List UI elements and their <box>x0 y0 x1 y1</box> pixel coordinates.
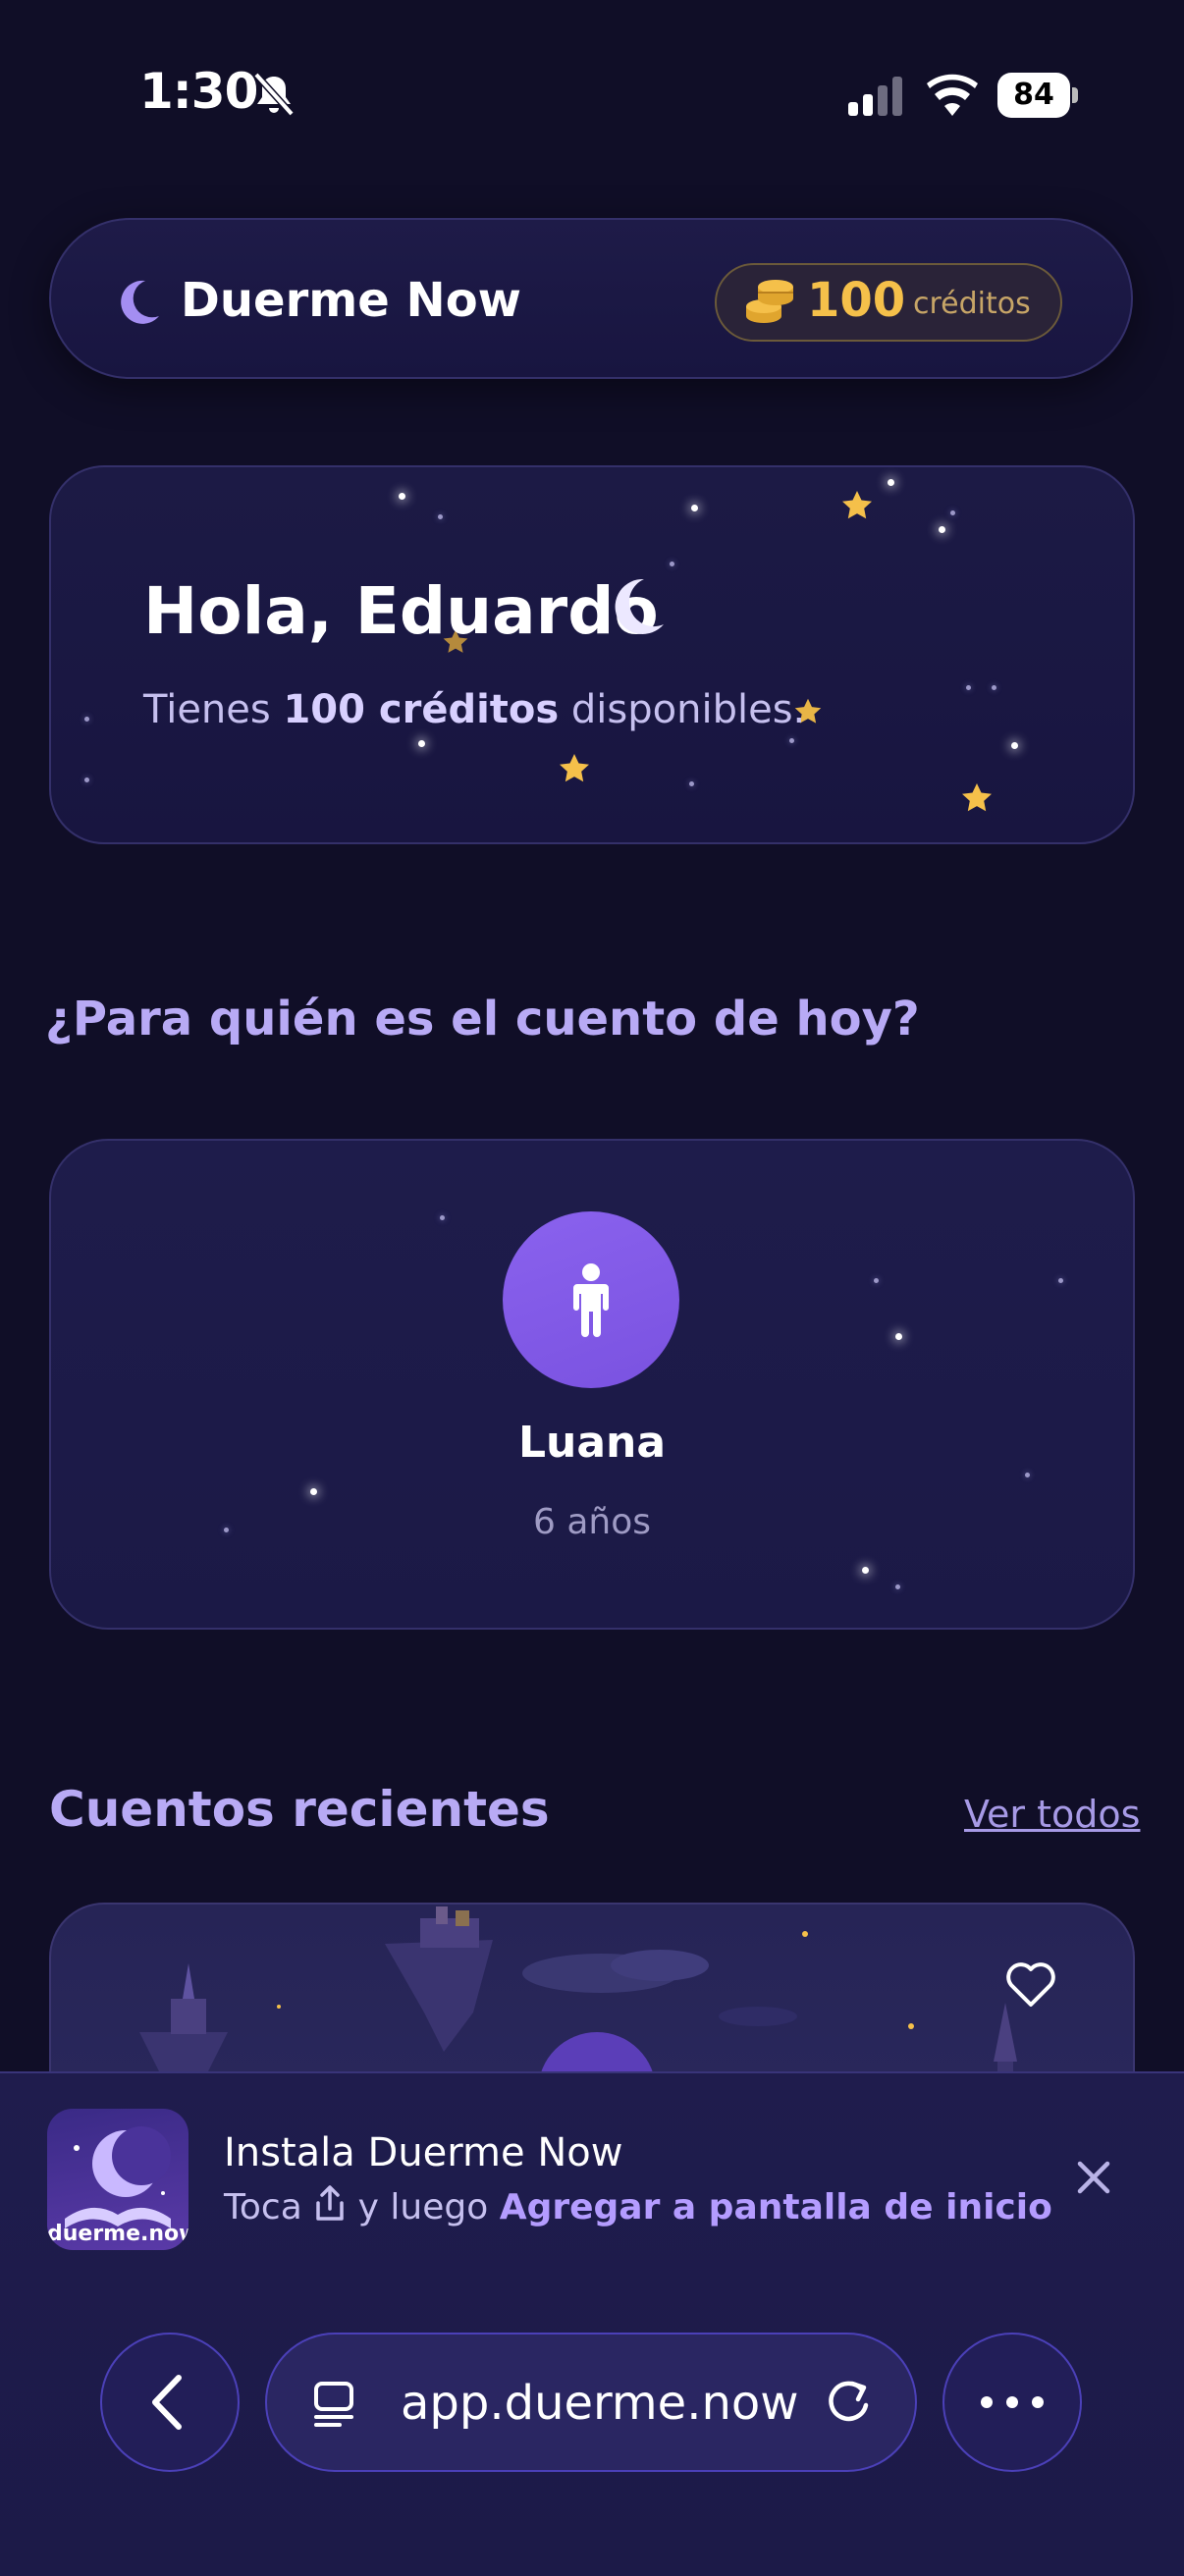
sparkle-dot <box>310 1488 317 1495</box>
see-all-link[interactable]: Ver todos <box>964 1793 1140 1836</box>
greeting-subtitle-prefix: Tienes <box>143 687 284 732</box>
moon-icon <box>121 280 159 324</box>
greeting-title: Hola, Eduardo <box>143 573 659 649</box>
ellipsis-icon <box>981 2396 1044 2408</box>
sparkle-dot <box>440 1215 445 1220</box>
child-name: Luana <box>517 1418 667 1468</box>
install-sub-highlight: Agregar a pantalla de inicio <box>499 2187 1052 2227</box>
sparkle-dot <box>895 1333 902 1340</box>
app-icon: duerme.now <box>47 2109 188 2250</box>
credits-label: créditos <box>913 287 1031 321</box>
silent-bell-icon <box>253 72 295 117</box>
more-options-button[interactable] <box>942 2333 1082 2472</box>
sparkle-dot <box>84 778 89 782</box>
install-sub-middle: y luego <box>357 2187 500 2227</box>
battery-level: 84 <box>1013 78 1054 112</box>
battery-indicator: 84 <box>997 73 1078 118</box>
sparkle-dot <box>691 505 698 511</box>
coins-icon <box>746 280 793 323</box>
sparkle-dot <box>874 1278 879 1283</box>
sparkle-dot <box>992 685 996 690</box>
wifi-icon <box>927 74 978 116</box>
greeting-credits-bold: 100 créditos <box>283 687 560 732</box>
url-text[interactable]: app.duerme.now <box>401 2376 799 2431</box>
sparkle-dot <box>966 685 971 690</box>
sparkle-dot <box>1011 742 1018 749</box>
child-age: 6 años <box>532 1502 651 1542</box>
greeting-card <box>49 465 1135 844</box>
child-icon <box>573 1263 609 1337</box>
credits-value: 100 <box>807 273 906 328</box>
cellular-signal-icon <box>848 77 902 116</box>
status-time: 1:30 <box>139 63 258 120</box>
install-instructions: Toca y luego Agregar a pantalla de inici… <box>224 2185 1052 2227</box>
crescent-moon-icon <box>615 578 664 634</box>
favorite-heart-icon[interactable] <box>1003 1959 1058 2009</box>
chevron-left-icon <box>152 2375 182 2430</box>
reload-icon[interactable] <box>823 2376 876 2429</box>
sparkle-dot <box>438 514 443 519</box>
greeting-subtitle: Tienes 100 créditos disponibles. <box>143 687 805 732</box>
app-title: Duerme Now <box>181 273 522 328</box>
sparkle-dot <box>950 510 955 515</box>
install-sub-prefix: Toca <box>224 2187 314 2227</box>
page-menu-icon[interactable] <box>310 2380 357 2429</box>
install-title: Instala Duerme Now <box>224 2130 623 2175</box>
star-icon <box>962 783 992 812</box>
star-icon <box>842 491 872 519</box>
sparkle-dot <box>939 526 945 533</box>
share-icon <box>316 2185 344 2221</box>
sparkle-dot <box>670 562 674 566</box>
sparkle-dot <box>862 1567 869 1574</box>
sparkle-dot <box>84 717 89 722</box>
sparkle-dot <box>399 493 405 500</box>
close-icon[interactable] <box>1074 2158 1113 2197</box>
greeting-subtitle-suffix: disponibles. <box>559 687 806 732</box>
sparkle-dot <box>888 479 894 486</box>
sparkle-dot <box>895 1584 900 1589</box>
star-icon <box>560 754 589 782</box>
back-button[interactable] <box>100 2333 240 2472</box>
sparkle-dot <box>789 738 794 743</box>
sparkle-dot <box>418 740 425 747</box>
recent-stories-title: Cuentos recientes <box>49 1781 550 1838</box>
sparkle-dot <box>689 781 694 786</box>
section-question: ¿Para quién es el cuento de hoy? <box>45 992 920 1046</box>
app-icon-label: duerme.now <box>47 2222 188 2246</box>
sparkle-dot <box>1025 1473 1030 1477</box>
sparkle-dot <box>1058 1278 1063 1283</box>
